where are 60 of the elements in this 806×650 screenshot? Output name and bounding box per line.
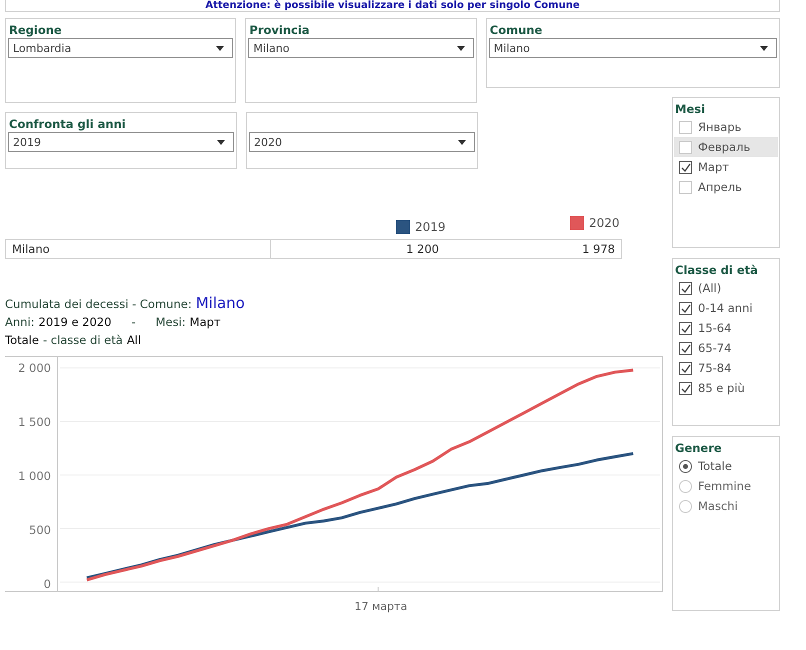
filter-label: Provincia <box>249 22 311 38</box>
table-cell: Milano <box>6 240 271 258</box>
caret-icon <box>217 140 225 144</box>
checkbox[interactable] <box>679 160 692 174</box>
gender-option[interactable]: Maschi <box>674 496 778 516</box>
age-class-option[interactable]: (All) <box>674 278 778 298</box>
notice-text: Attenzione: è possibile visualizzare i dati solo per singolo Comune <box>205 0 580 11</box>
month-option[interactable]: Март <box>674 157 778 177</box>
age-class-label: - classe di età <box>42 333 123 348</box>
months-value: Март <box>190 315 221 330</box>
checkbox[interactable] <box>679 282 692 294</box>
chart-title: Cumulata dei decessi - Comune: <box>5 297 192 312</box>
caret-icon <box>760 46 768 50</box>
filter-label: Regione <box>9 22 63 38</box>
filter-label: Classe di età <box>675 262 759 278</box>
y-tick-label: 1 500 <box>18 415 51 429</box>
age-class-option[interactable]: 75-84 <box>674 358 778 378</box>
dropdown[interactable]: 2019 <box>8 132 234 152</box>
separator-text: - <box>131 315 136 330</box>
checkbox[interactable] <box>679 362 692 374</box>
dropdown[interactable]: Milano <box>248 38 474 58</box>
checkbox[interactable] <box>679 322 692 334</box>
legend-label: 2020 <box>589 216 620 230</box>
years-value: 2019 e 2020 <box>38 315 112 330</box>
total-label: Totale <box>5 333 39 348</box>
filter-label: Confronta gli anni <box>9 116 127 132</box>
filter-label: Mesi <box>675 101 706 117</box>
filter-label: Genere <box>675 440 723 456</box>
y-tick-label: 0 <box>44 577 51 591</box>
checkbox[interactable] <box>679 342 692 354</box>
legend-label: 2019 <box>415 220 446 234</box>
caret-icon <box>216 46 224 50</box>
age-class-option[interactable]: 85 e più <box>674 378 778 398</box>
months-label: Mesi: <box>156 315 186 330</box>
comune-name: Milano <box>196 296 245 311</box>
filter-label: Comune <box>490 22 544 38</box>
table-cell-text: 1 978 <box>581 242 616 256</box>
y-tick-label: 1 000 <box>18 469 51 483</box>
caret-icon <box>456 46 465 50</box>
y-tick-label: 2 000 <box>18 361 51 375</box>
dropdown[interactable]: Milano <box>488 38 777 58</box>
month-option[interactable]: Апрель <box>674 177 778 197</box>
years-label: Anni: <box>5 315 35 330</box>
age-class-value: All <box>126 333 142 348</box>
month-option[interactable]: Февраль <box>674 137 778 157</box>
age-class-option[interactable]: 15-64 <box>674 318 778 338</box>
dropdown[interactable]: 2020 <box>249 132 475 152</box>
x-axis-label: 17 марта <box>354 600 408 613</box>
gender-option[interactable]: Femmine <box>674 476 778 496</box>
age-class-option[interactable]: 0-14 anni <box>674 298 778 318</box>
month-option[interactable]: Январь <box>674 117 778 137</box>
y-tick-label: 500 <box>29 523 51 537</box>
checkbox[interactable] <box>679 382 692 394</box>
gender-option[interactable]: Totale <box>674 456 778 476</box>
caret-icon <box>458 140 466 144</box>
radio-button[interactable] <box>679 460 692 472</box>
dropdown[interactable]: Lombardia <box>8 38 234 58</box>
table-cell-text: 1 200 <box>405 242 440 256</box>
age-class-option[interactable]: 65-74 <box>674 338 778 358</box>
checkbox[interactable] <box>679 302 692 314</box>
